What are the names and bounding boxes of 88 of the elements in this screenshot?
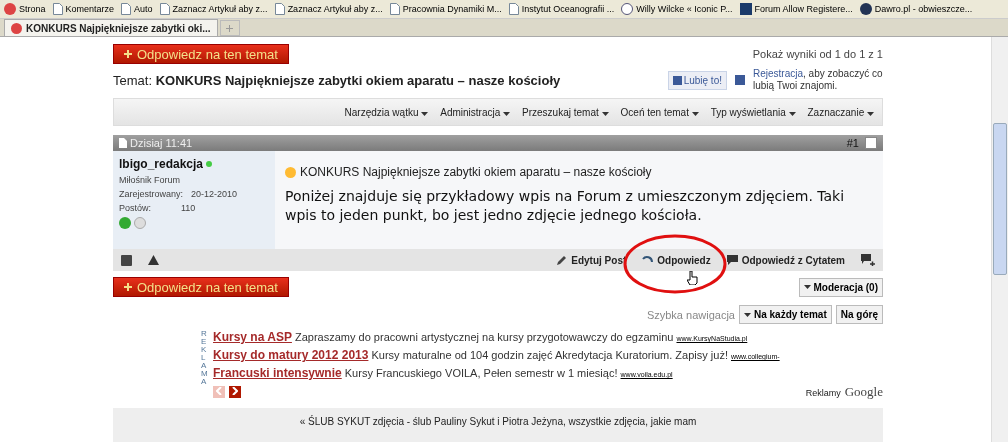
registered-date: 20-12-2010	[191, 189, 238, 199]
ad-link[interactable]: Francuski intensywnie	[213, 366, 342, 380]
google-logo: Google	[844, 384, 883, 400]
select-checkbox[interactable]	[865, 137, 877, 149]
go-top-button[interactable]: Na górę	[835, 305, 883, 324]
ad-label: REKLAMA	[201, 330, 209, 388]
thread-title: Temat: KONKURS Najpiękniejsze zabytki okiem aparatu – nasze kościoły	[113, 72, 561, 88]
post-number: #1	[846, 137, 859, 149]
ad-link[interactable]: Kursy na ASP	[213, 330, 292, 344]
user-rank: Miłośnik Forum	[119, 175, 181, 185]
post-action-link[interactable]: Odpowiedz	[642, 254, 711, 266]
caret-icon	[867, 111, 874, 116]
logo-icon	[4, 3, 16, 15]
scroll-thumb[interactable]	[993, 123, 1007, 275]
quick-nav-label: Szybka nawigacja	[646, 308, 735, 321]
toolbar-menu[interactable]: Zaznaczanie	[807, 106, 874, 118]
toolbar-menu[interactable]: Przeszukaj temat	[522, 106, 609, 118]
page-icon	[52, 3, 63, 15]
bookmark[interactable]: Zaznacz Artykuł aby z...	[159, 3, 268, 15]
page-icon	[274, 3, 285, 15]
previous-thread-link[interactable]: « ŚLUB SYKUT zdjęcia - ślub Pauliny Sykut i Piotra Jeżyna, wszystkie zdjęcia, jakie mam	[299, 416, 697, 442]
bookmark[interactable]: Pracownia Dynamiki M...	[389, 3, 502, 15]
author-name[interactable]: lbigo_redakcja	[119, 157, 204, 171]
reply-thread-button[interactable]: Odpowiedz na ten temat	[113, 277, 289, 297]
caret-icon	[803, 285, 811, 289]
caret-icon	[788, 111, 796, 116]
post-text: Poniżej znajduje się przykładowy wpis na Forum z umieszczonym zdjęciem. Taki wpis to jeden punkt, bo jest jedno zdjęcie jednego kościoła.	[285, 187, 846, 225]
caret-icon	[743, 312, 751, 317]
facebook-note: Rejestracja, aby zobaczyć co lubią Twoi znajomi.	[753, 68, 883, 92]
plus-icon	[124, 50, 132, 58]
bookmark[interactable]: Komentarze	[52, 3, 115, 15]
bookmark[interactable]: Instytut Oceanografii ...	[508, 3, 615, 15]
caret-icon	[691, 111, 699, 116]
posts-label: Postów:	[119, 203, 151, 213]
page-icon	[389, 3, 400, 15]
bookmark[interactable]: Willy Wilcke « Iconic P...	[621, 3, 733, 15]
ads-by-label: Reklamy	[805, 388, 841, 398]
pagination-info: Pokaż wyniki od 1 do 1 z 1	[752, 48, 883, 60]
bookmark[interactable]: Zaznacz Artykuł aby z...	[274, 3, 383, 15]
post-date: Dzisiaj 11:41	[130, 137, 193, 149]
bookmark[interactable]: Forum Allow Registere...	[739, 3, 853, 15]
globe-icon	[859, 3, 872, 15]
clover-icon	[119, 217, 131, 229]
chevron-right-icon	[232, 387, 238, 395]
toolbar-menu[interactable]: Narzędzia wątku	[344, 106, 429, 118]
speech-bubble-icon	[726, 255, 738, 265]
post-action-link[interactable]: Odpowiedź z Cytatem	[726, 254, 845, 266]
pencil-icon	[556, 254, 568, 266]
plus-icon	[124, 283, 132, 291]
caret-icon	[601, 111, 609, 116]
caret-icon	[503, 111, 511, 116]
page-icon	[121, 3, 132, 15]
new-tab-button[interactable]	[219, 20, 240, 36]
caret-icon	[421, 111, 429, 116]
page-icon	[508, 3, 519, 15]
plus-icon	[226, 24, 233, 32]
reply-thread-button[interactable]: Odpowiedz na ten temat	[113, 44, 289, 64]
ad-link[interactable]: Kursy do matury 2012 2013	[213, 348, 369, 362]
posts-count: 110	[181, 203, 196, 213]
bookmark[interactable]: Auto	[121, 3, 153, 15]
bookmark[interactable]: Strona	[4, 3, 46, 15]
toolbar-menu[interactable]: Administracja	[440, 106, 511, 118]
hand-cursor-icon	[687, 271, 698, 285]
page-icon	[119, 138, 127, 148]
scrollbar[interactable]	[991, 37, 1008, 442]
forum-select-button[interactable]: Na każdy temat	[738, 305, 832, 324]
like-button[interactable]: Lubię to!	[667, 70, 727, 90]
browser-tab[interactable]: KONKURS Najpiękniejsze zabytki oki...	[4, 19, 218, 36]
multiquote-button[interactable]	[861, 254, 875, 266]
post-title: KONKURS Najpiękniejsze zabytki okiem aparatu – nasze kościoły	[300, 165, 652, 179]
smiley-icon	[285, 166, 296, 178]
contact-icon	[134, 217, 146, 229]
bookmark[interactable]: Dawro.pl - obwieszcze...	[859, 3, 973, 15]
page-icon	[159, 3, 170, 15]
toolbar-menu[interactable]: Typ wyświetlania	[710, 106, 796, 118]
logo-icon	[621, 3, 634, 15]
next-button[interactable]	[229, 386, 241, 398]
logo-icon	[739, 3, 752, 15]
moderation-button[interactable]: Moderacja (0)	[798, 277, 883, 297]
speech-bubble-plus-icon	[861, 254, 875, 266]
facebook-icon	[735, 75, 745, 85]
chevron-left-icon	[216, 387, 222, 395]
warning-icon[interactable]	[148, 255, 159, 265]
thumbs-up-icon	[672, 75, 682, 85]
toolbar-menu[interactable]: Oceń ten temat	[620, 106, 699, 118]
logo-icon	[11, 22, 22, 34]
registered-label: Zarejestrowany:	[119, 189, 184, 199]
ip-icon[interactable]	[121, 254, 132, 266]
